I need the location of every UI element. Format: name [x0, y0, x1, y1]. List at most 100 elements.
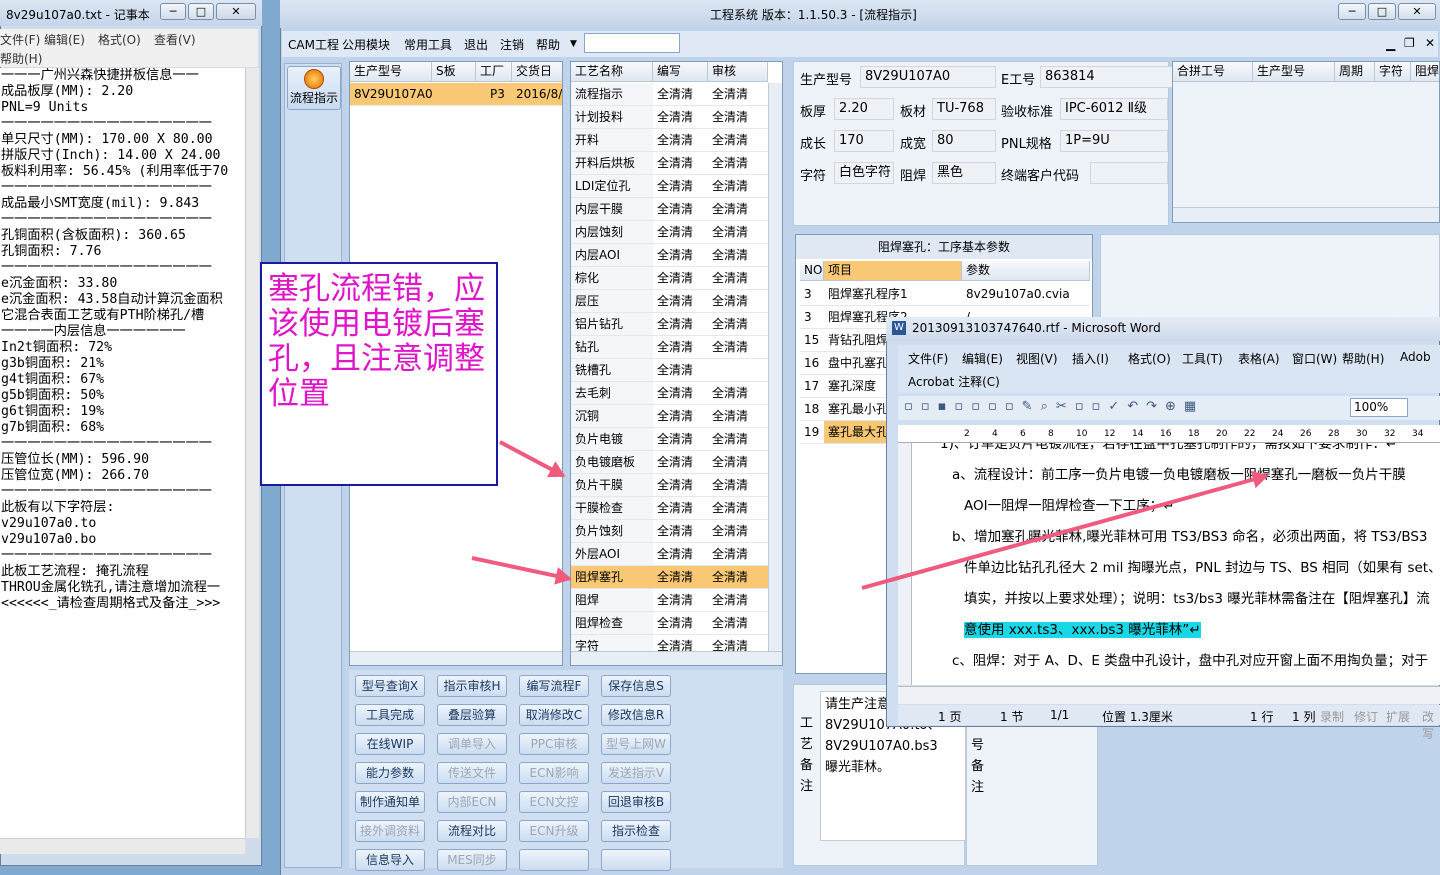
table-row[interactable]: 内层干膜 全清清 全清清: [571, 198, 768, 221]
word-menu-item[interactable]: 文件(F): [908, 350, 948, 367]
table-row[interactable]: 开料 全清清 全清清: [571, 129, 768, 152]
action-button[interactable]: 修改信息R: [601, 704, 671, 726]
table-row[interactable]: 8V29U107A0 P3 2016/8/: [350, 83, 562, 106]
col-header[interactable]: 周期: [1335, 62, 1375, 82]
close-icon[interactable]: ✕: [1398, 3, 1436, 20]
hscrollbar[interactable]: [350, 651, 562, 665]
flow-button[interactable]: 流程指示: [287, 66, 341, 110]
action-button[interactable]: ECN影响: [519, 762, 589, 784]
table-row[interactable]: 沉铜 全清清 全清清: [571, 405, 768, 428]
col-header[interactable]: 合拼工号: [1173, 62, 1253, 82]
action-button[interactable]: 在线WIP: [355, 733, 425, 755]
minimize-icon[interactable]: ─: [1338, 3, 1366, 20]
action-button[interactable]: 制作通知单: [355, 791, 425, 813]
hscrollbar[interactable]: [571, 651, 782, 665]
mdi-close-icon[interactable]: ✕: [1425, 36, 1435, 50]
table-row[interactable]: 阻焊塞孔 全清清 全清清: [571, 566, 768, 589]
soldermask-field[interactable]: 黑色: [932, 162, 996, 184]
menu-help[interactable]: 帮助: [536, 36, 560, 53]
table-row[interactable]: 负片干膜 全清清 全清清: [571, 474, 768, 497]
action-button[interactable]: 接外调资料: [355, 820, 425, 842]
action-button[interactable]: [519, 849, 589, 871]
word-titlebar[interactable]: W 20130913103747640.rtf - Microsoft Word: [886, 317, 1440, 341]
model-field[interactable]: 8V29U107A0: [860, 66, 996, 88]
table-row[interactable]: 铝片钻孔 全清清 全清清: [571, 313, 768, 336]
action-button[interactable]: 信息导入: [355, 849, 425, 871]
length-field[interactable]: 170: [834, 130, 894, 152]
word-menu-item[interactable]: Adob: [1400, 350, 1431, 364]
table-row[interactable]: 计划投料 全清清 全清清: [571, 106, 768, 129]
pnl-field[interactable]: 1P=9U: [1060, 130, 1168, 152]
table-row[interactable]: 流程指示 全清清 全清清: [571, 83, 768, 106]
word-hscrollbar[interactable]: [898, 686, 1440, 704]
action-button[interactable]: 能力参数: [355, 762, 425, 784]
col-header[interactable]: 审核: [708, 62, 768, 82]
table-row[interactable]: 铣槽孔 全清清: [571, 359, 768, 382]
action-button[interactable]: 调单导入: [437, 733, 507, 755]
word-menu-item[interactable]: 视图(V): [1016, 350, 1058, 367]
col-header[interactable]: 参数: [962, 261, 1090, 281]
action-button[interactable]: ECN文控: [519, 791, 589, 813]
col-header[interactable]: 工厂: [476, 62, 512, 82]
table-row[interactable]: 内层蚀刻 全清清 全清清: [571, 221, 768, 244]
word-menu-item[interactable]: 帮助(H): [1342, 350, 1384, 367]
action-button[interactable]: 指示审核H: [437, 675, 507, 697]
width-field[interactable]: 80: [932, 130, 996, 152]
table-row[interactable]: 外层AOI 全清清 全清清: [571, 543, 768, 566]
process-grid[interactable]: 工艺名称 编写 审核 流程指示 全清清 全清清 计划投料 全清清 全清清 开料 全清清 全清清开…: [570, 61, 783, 666]
table-row[interactable]: 干膜检查 全清清 全清清: [571, 497, 768, 520]
word-menu-item[interactable]: 编辑(E): [962, 350, 1003, 367]
table-row[interactable]: 钻孔 全清清 全清清: [571, 336, 768, 359]
action-button[interactable]: 回退审核B: [601, 791, 671, 813]
word-ruler[interactable]: 2 4 6 8 10 12 14 16 18 20 22 24 26 28 30 32 34: [898, 425, 1440, 443]
col-header[interactable]: S板: [432, 62, 476, 82]
chevron-down-icon[interactable]: ▼: [570, 39, 577, 49]
vscrollbar[interactable]: [768, 83, 782, 653]
notepad-titlebar[interactable]: 8v29u107a0.txt - 记事本 ─ □ ✕: [0, 0, 262, 26]
action-button[interactable]: 工具完成: [355, 704, 425, 726]
action-button[interactable]: 发送指示V: [601, 762, 671, 784]
table-row[interactable]: 内层AOI 全清清 全清清: [571, 244, 768, 267]
action-button[interactable]: 传送文件: [437, 762, 507, 784]
mdi-minimize-icon[interactable]: ▁: [1386, 37, 1395, 51]
word-menu-item[interactable]: 工具(T): [1182, 350, 1223, 367]
table-row[interactable]: 去毛刺 全清清 全清清: [571, 382, 768, 405]
e-number-field[interactable]: 863814: [1040, 66, 1180, 88]
col-header[interactable]: NO: [800, 261, 824, 281]
table-row[interactable]: 阻焊 全清清 全清清: [571, 589, 768, 612]
word-document[interactable]: 1)、订单是负片电镀流程，若存在盘中孔塞孔制作的，需按如下要求制作：↵ a、流程…: [912, 443, 1440, 685]
col-header[interactable]: 工艺名称: [571, 62, 653, 82]
action-button[interactable]: 取消修改C: [519, 704, 589, 726]
table-row[interactable]: 开料后烘板 全清清 全清清: [571, 152, 768, 175]
app-titlebar[interactable]: 工程系统 版本：1.1.50.3 - [流程指示] ─ □ ✕: [280, 0, 1440, 28]
menu-common[interactable]: 公用模块: [342, 36, 390, 53]
toolbar-icons[interactable]: ▫▫▪▫▫▫▫✎⌕✂▫▫✓↶↷⊕▦: [904, 399, 1204, 414]
table-row[interactable]: 阻焊检查 全清清 全清清: [571, 612, 768, 635]
col-header[interactable]: 阻焊: [1411, 62, 1439, 82]
notepad-text-area[interactable]: 一一一广州兴森快捷拼板信息一一 成品板厚(MM): 2.20 PNL=9 Units…: [0, 68, 245, 838]
col-header[interactable]: 编写: [653, 62, 708, 82]
table-row[interactable]: 棕化 全清清 全清清: [571, 267, 768, 290]
action-button[interactable]: 流程对比: [437, 820, 507, 842]
menu-file[interactable]: 文件(F): [0, 31, 40, 48]
word-menu-item[interactable]: 插入(I): [1072, 350, 1109, 367]
col-header[interactable]: 生产型号: [350, 62, 432, 82]
menu-cam[interactable]: CAM工程: [288, 36, 339, 53]
material-field[interactable]: TU-768: [932, 98, 996, 120]
table-row[interactable]: 层压 全清清 全清清: [571, 290, 768, 313]
silkscreen-field[interactable]: 白色字符: [834, 162, 894, 184]
word-menu-item[interactable]: Acrobat 注释(C): [908, 373, 1000, 390]
maximize-icon[interactable]: □: [188, 3, 214, 20]
table-row[interactable]: 负片电镀 全清清 全清清: [571, 428, 768, 451]
table-row[interactable]: 负片蚀刻 全清清 全清清: [571, 520, 768, 543]
minimize-icon[interactable]: ─: [160, 3, 186, 20]
zoom-select[interactable]: 100%: [1350, 398, 1408, 417]
menu-logout[interactable]: 注销: [500, 36, 524, 53]
action-button[interactable]: 叠层验算: [437, 704, 507, 726]
menu-tools[interactable]: 常用工具: [404, 36, 452, 53]
menu-exit[interactable]: 退出: [464, 36, 488, 53]
action-button[interactable]: MES同步: [437, 849, 507, 871]
table-row[interactable]: LDI定位孔 全清清 全清清: [571, 175, 768, 198]
thickness-field[interactable]: 2.20: [834, 98, 894, 120]
action-button[interactable]: 内部ECN: [437, 791, 507, 813]
